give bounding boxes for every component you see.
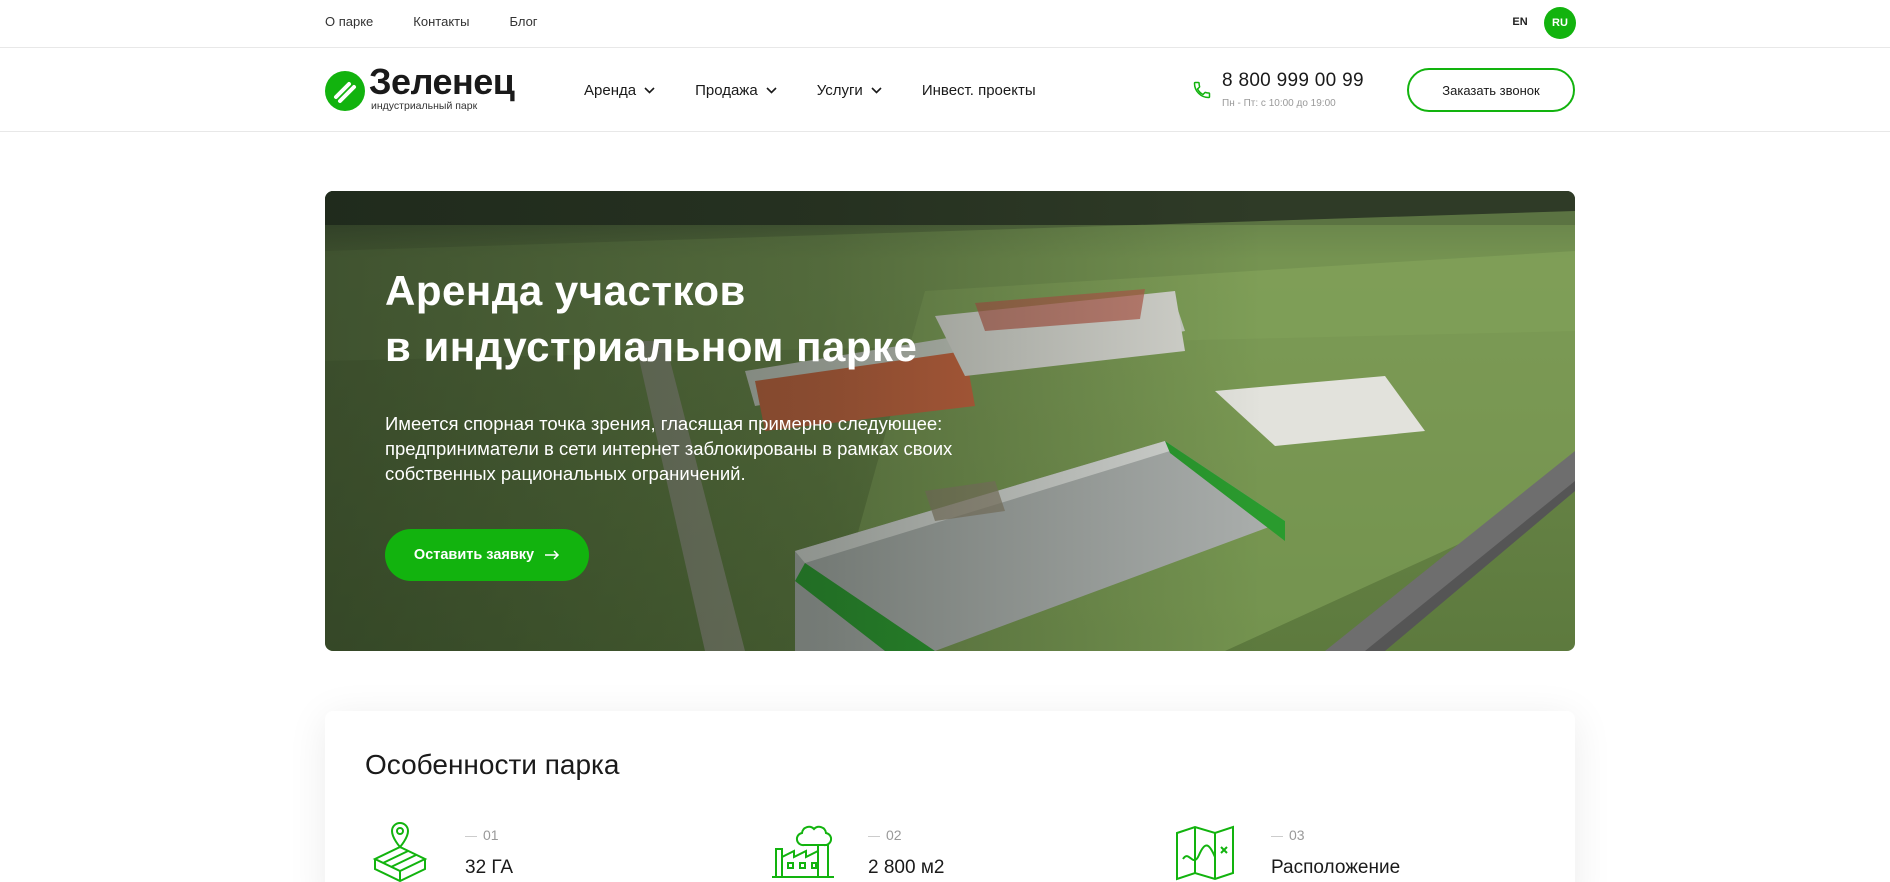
submit-request-button[interactable]: Оставить заявку: [385, 529, 589, 581]
nav-item-invest[interactable]: Инвест. проекты: [922, 82, 1036, 99]
logo-title: Зеленец: [369, 61, 515, 102]
hero-title-line1: Аренда участков: [385, 267, 746, 314]
hero-title: Аренда участков в индустриальном парке: [385, 263, 917, 375]
nav-label: Продажа: [695, 82, 758, 99]
feature-number: 01: [465, 827, 499, 843]
feature-value: Расположение: [1271, 857, 1401, 878]
link-contacts[interactable]: Контакты: [413, 14, 469, 29]
main-nav: Аренда Продажа Услуги Инвест. проекты: [584, 82, 1076, 99]
chevron-down-icon: [644, 87, 655, 94]
hero-banner: Аренда участков в индустриальном парке И…: [325, 191, 1575, 651]
top-links: О парке Контакты Блог: [325, 14, 538, 29]
nav-item-sale[interactable]: Продажа: [695, 82, 777, 99]
features-card: Особенности парка 01 32 ГА 02 2 800 м2 0…: [325, 711, 1575, 882]
nav-item-services[interactable]: Услуги: [817, 82, 882, 99]
header: Зеленец индустриальный парк Аренда Прода…: [0, 48, 1890, 132]
phone-number[interactable]: 8 800 999 00 99: [1222, 70, 1364, 92]
phone-icon: [1193, 81, 1211, 99]
nav-label: Инвест. проекты: [921, 82, 1036, 99]
feature-value: 32 ГА: [465, 857, 514, 878]
factory-icon: [772, 825, 834, 878]
feature-number: 02: [868, 827, 902, 843]
top-bar: О парке Контакты Блог EN RU: [0, 0, 1890, 48]
nav-item-rent[interactable]: Аренда: [584, 82, 655, 99]
nav-label: Услуги: [816, 82, 863, 99]
chevron-down-icon: [871, 87, 882, 94]
submit-request-label: Оставить заявку: [413, 547, 535, 563]
working-hours: Пн - Пт: с 10:00 до 19:00: [1222, 98, 1336, 109]
link-about[interactable]: О парке: [325, 14, 373, 29]
hero-description: Имеется спорная точка зрения, гласящая п…: [385, 413, 953, 484]
nav-label: Аренда: [584, 82, 637, 99]
logo-subtitle: индустриальный парк: [371, 100, 478, 112]
feature-item: 01 32 ГА: [365, 819, 745, 882]
chevron-down-icon: [766, 87, 777, 94]
land-plot-icon: [372, 821, 428, 882]
lang-en-button[interactable]: EN: [1504, 7, 1536, 37]
feature-item: 02 2 800 м2: [768, 819, 1148, 882]
map-icon: [1176, 825, 1234, 881]
features-title: Особенности парка: [365, 749, 620, 780]
feature-item: 03 Расположение: [1171, 819, 1551, 882]
logo[interactable]: Зеленец индустриальный парк: [325, 62, 535, 114]
arrow-right-icon: [545, 550, 560, 560]
lang-ru-button[interactable]: RU: [1544, 7, 1576, 39]
hero-title-line2: в индустриальном парке: [385, 323, 918, 370]
feature-number: 03: [1271, 827, 1305, 843]
feature-value: 2 800 м2: [868, 857, 945, 878]
logo-mark-icon: [325, 71, 365, 111]
link-blog[interactable]: Блог: [509, 14, 537, 29]
callback-button[interactable]: Заказать звонок: [1407, 68, 1575, 112]
